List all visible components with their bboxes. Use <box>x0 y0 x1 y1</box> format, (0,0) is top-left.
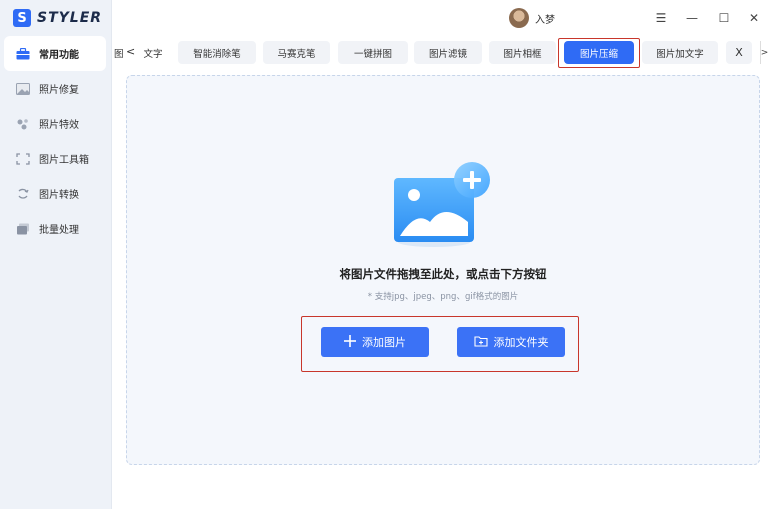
tab-image-frame[interactable]: 图片相框 <box>489 41 556 64</box>
app-logo: S STYLER <box>13 8 102 28</box>
user-profile[interactable]: 入梦 <box>509 8 555 28</box>
user-name: 入梦 <box>535 14 555 26</box>
sidebar-item-common-functions[interactable]: 常用功能 <box>4 36 106 71</box>
crop-frame-icon <box>16 152 30 165</box>
photo-repair-icon <box>16 82 30 95</box>
convert-cycle-icon <box>16 188 30 200</box>
add-image-button[interactable]: 添加图片 <box>321 327 429 357</box>
folder-add-icon <box>473 335 488 350</box>
tab-close-x[interactable]: X <box>726 41 752 64</box>
tab-smart-eraser[interactable]: 智能消除笔 <box>178 41 256 64</box>
sidebar-item-photo-effects[interactable]: 照片特效 <box>0 106 112 141</box>
close-icon[interactable]: ✕ <box>746 10 762 26</box>
menu-icon[interactable]: ☰ <box>653 10 669 26</box>
sidebar-item-image-toolbox[interactable]: 图片工具箱 <box>0 141 112 176</box>
sparkle-effects-icon <box>16 118 30 130</box>
tab-image-add-text[interactable]: 图片加文字 <box>642 41 718 64</box>
sidebar-nav: 常用功能 照片修复 照片特效 图片工具箱 图片转换 批量处理 <box>0 36 112 246</box>
image-drop-zone[interactable]: 将图片文件拖拽至此处，或点击下方按钮 * 支持jpg、jpeg、png、gif格… <box>126 75 760 465</box>
add-image-label: 添加图片 <box>362 336 406 349</box>
sidebar-item-label: 照片修复 <box>39 85 79 96</box>
sidebar-item-batch-processing[interactable]: 批量处理 <box>0 211 112 246</box>
sidebar-item-label: 批量处理 <box>39 225 79 236</box>
logo-badge-icon: S <box>13 9 31 27</box>
avatar <box>509 8 529 28</box>
toolbox-icon <box>16 47 30 60</box>
tab-image-filter[interactable]: 图片滤镜 <box>414 41 482 64</box>
sidebar-item-image-convert[interactable]: 图片转换 <box>0 176 112 211</box>
tool-tabs: 图 < 文字 智能消除笔 马赛克笔 一键拼图 图片滤镜 图片相框 图片压缩 图片… <box>112 38 770 68</box>
batch-stack-icon <box>16 223 30 235</box>
tab-one-click-collage[interactable]: 一键拼图 <box>338 41 408 64</box>
minimize-icon[interactable]: — <box>684 10 700 26</box>
title-bar: 入梦 ☰ — ☐ ✕ <box>112 0 770 36</box>
maximize-icon[interactable]: ☐ <box>716 10 732 26</box>
drop-zone-title: 将图片文件拖拽至此处，或点击下方按钮 <box>339 267 547 281</box>
tab-image-compress[interactable]: 图片压缩 <box>564 41 634 64</box>
sidebar-item-label: 常用功能 <box>39 50 79 61</box>
tab-mosaic-pen[interactable]: 马赛克笔 <box>263 41 330 64</box>
sidebar-item-label: 照片特效 <box>39 120 79 131</box>
plus-icon <box>344 334 356 350</box>
tabs-scroll-left-icon[interactable]: < <box>126 45 135 58</box>
tab-text[interactable]: 文字 <box>136 41 170 64</box>
sidebar-item-label: 图片转换 <box>39 190 79 201</box>
sidebar-item-label: 图片工具箱 <box>39 155 89 166</box>
app-name: STYLER <box>37 10 103 26</box>
add-folder-label: 添加文件夹 <box>493 336 549 349</box>
drop-zone-subtitle: * 支持jpg、jpeg、png、gif格式的图片 <box>367 292 519 302</box>
tabs-scroll-right-icon[interactable]: > <box>760 41 768 64</box>
add-folder-button[interactable]: 添加文件夹 <box>457 327 565 357</box>
sidebar: S STYLER 常用功能 照片修复 照片特效 图片工具箱 图片转换 批量处理 <box>0 0 112 509</box>
sidebar-item-photo-repair[interactable]: 照片修复 <box>0 71 112 106</box>
tab-partial: 图 <box>114 49 124 60</box>
image-add-icon <box>394 162 498 252</box>
